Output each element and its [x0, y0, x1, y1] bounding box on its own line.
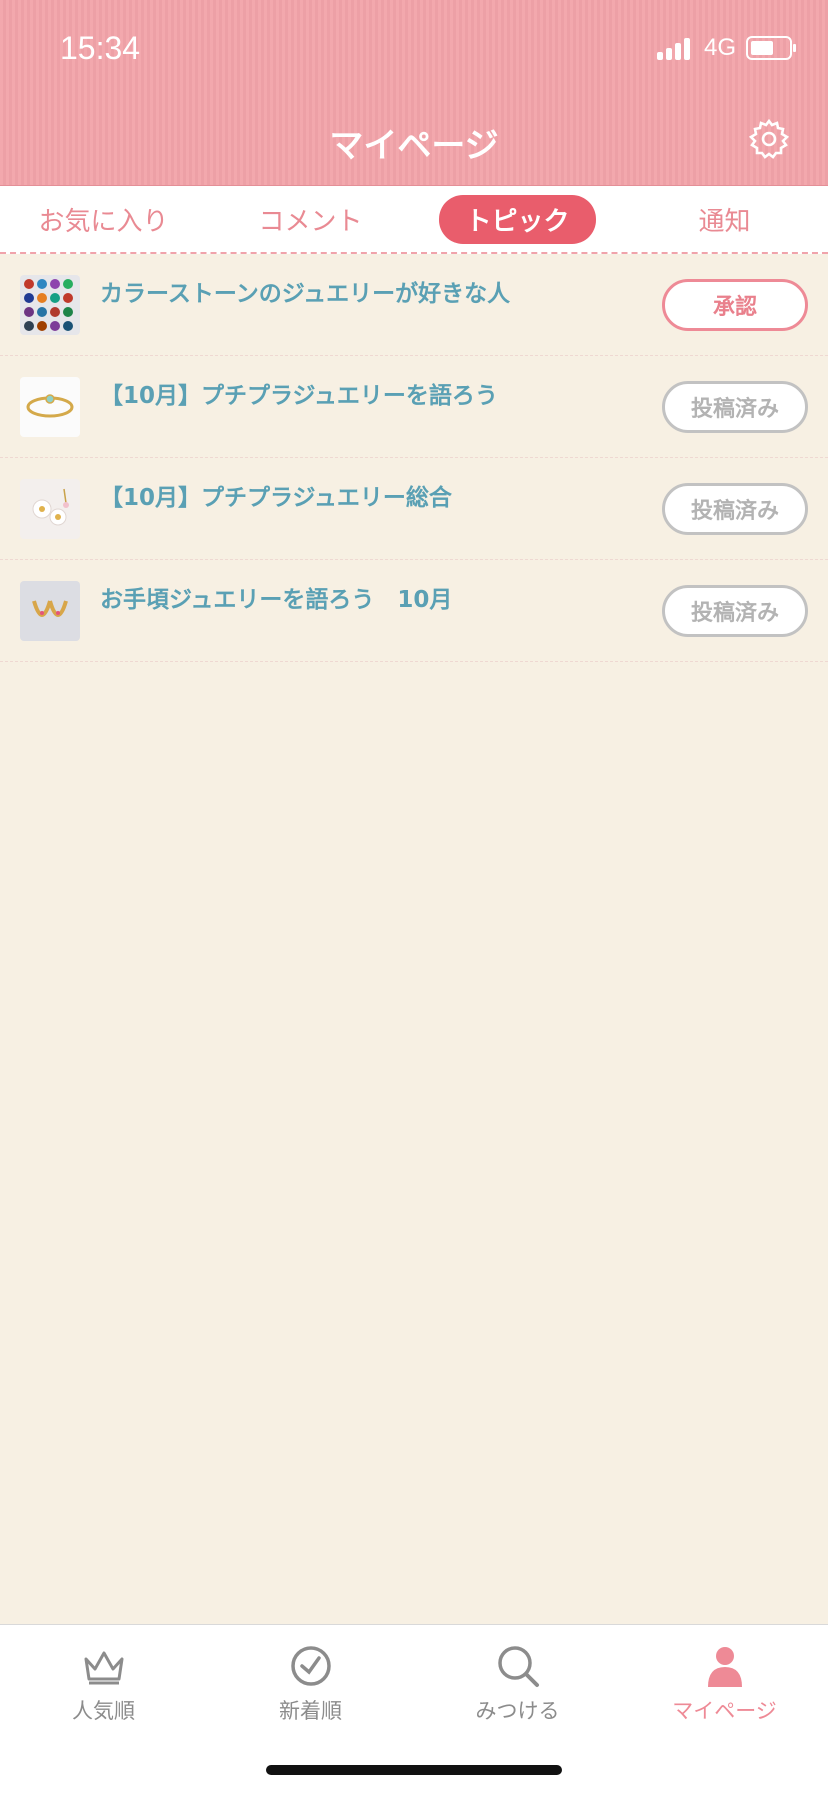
- flower-jewelry-image: [20, 479, 80, 539]
- crown-icon: [84, 1651, 123, 1685]
- app-header: 15:34 4G マイページ: [0, 0, 828, 186]
- posted-status-badge: 投稿済み: [662, 585, 808, 637]
- nav-label: 新着順: [279, 1699, 342, 1723]
- nav-label: みつける: [475, 1699, 560, 1723]
- search-icon: [497, 1646, 539, 1687]
- home-indicator: [266, 1765, 562, 1775]
- nav-label: 人気順: [72, 1699, 135, 1723]
- gold-ring-image: [20, 377, 80, 437]
- posted-status-badge: 投稿済み: [662, 483, 808, 535]
- gold-earrings-image: [20, 581, 80, 641]
- tab-favorites[interactable]: お気に入り: [0, 186, 207, 252]
- tab-label: お気に入り: [38, 206, 169, 237]
- tab-label: コメント: [258, 206, 363, 237]
- gear-icon[interactable]: [748, 118, 790, 160]
- clock-icon: [290, 1646, 331, 1686]
- list-item[interactable]: 【10月】プチプラジュエリー総合 投稿済み: [0, 458, 828, 560]
- topic-title[interactable]: 【10月】プチプラジュエリーを語ろう: [100, 376, 498, 410]
- tab-comments[interactable]: コメント: [207, 186, 414, 252]
- tab-notifications[interactable]: 通知: [621, 186, 828, 252]
- person-icon: [707, 1647, 742, 1687]
- page-title: マイページ: [329, 126, 499, 166]
- posted-status-badge: 投稿済み: [662, 381, 808, 433]
- topic-title[interactable]: カラーストーンのジュエリーが好きな人: [100, 274, 510, 308]
- list-item[interactable]: お手頃ジュエリーを語ろう 10月 投稿済み: [0, 560, 828, 662]
- topic-list: カラーストーンのジュエリーが好きな人 承認 【10月】プチプラジュエリーを語ろう…: [0, 254, 828, 662]
- status-time: 15:34: [60, 30, 141, 66]
- tab-topics[interactable]: トピック: [414, 186, 621, 252]
- topic-title[interactable]: お手頃ジュエリーを語ろう 10月: [100, 580, 452, 614]
- network-type: 4G: [703, 34, 736, 61]
- battery-icon: [746, 36, 796, 60]
- tab-label: トピック: [439, 194, 596, 244]
- signal-icon: [656, 36, 690, 60]
- nav-label: マイページ: [672, 1699, 777, 1723]
- tab-bar: お気に入り コメント トピック 通知: [0, 186, 828, 254]
- status-indicators: 4G: [656, 34, 796, 62]
- topic-title[interactable]: 【10月】プチプラジュエリー総合: [100, 478, 452, 512]
- approve-button[interactable]: 承認: [662, 279, 808, 331]
- list-item[interactable]: カラーストーンのジュエリーが好きな人 承認: [0, 254, 828, 356]
- nav-popular[interactable]: 人気順: [0, 1625, 207, 1793]
- colorstone-rings-image: [20, 275, 80, 335]
- tab-label: 通知: [698, 206, 751, 237]
- list-item[interactable]: 【10月】プチプラジュエリーを語ろう 投稿済み: [0, 356, 828, 458]
- nav-mypage[interactable]: マイページ: [621, 1625, 828, 1793]
